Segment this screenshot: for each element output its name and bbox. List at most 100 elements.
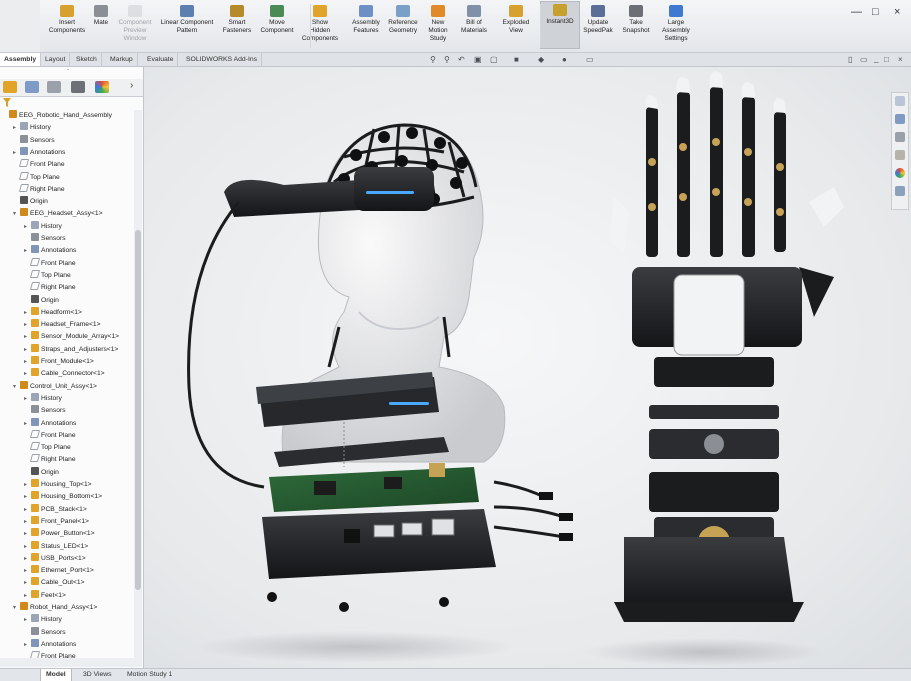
exploded-button[interactable]: Exploded View <box>496 3 536 35</box>
tree-expander[interactable]: ▾ <box>13 381 20 393</box>
tree-item[interactable]: ▸ Annotations <box>13 146 65 159</box>
tree-item[interactable]: ▾ Robot_Hand_Assy<1> <box>13 602 97 614</box>
tab-motion-study-1[interactable]: Motion Study 1 <box>122 669 177 681</box>
property-manager-tab-icon[interactable] <box>25 81 39 93</box>
view-orientation-icon[interactable]: ▢ <box>490 55 498 64</box>
tree-expander[interactable]: ▸ <box>24 528 31 540</box>
doc-close-icon[interactable]: × <box>898 55 903 64</box>
insert-button[interactable]: Insert Components <box>46 3 88 35</box>
speedpak-button[interactable]: Update SpeedPak <box>581 3 615 35</box>
tree-expander[interactable]: ▸ <box>24 479 31 491</box>
tab-markup[interactable]: Markup <box>106 53 138 66</box>
tree-expander[interactable]: ▸ <box>13 147 20 159</box>
tree-item[interactable]: Sensors <box>24 626 66 639</box>
tree-expander[interactable]: ▸ <box>24 245 31 257</box>
filter-icon[interactable] <box>3 98 11 107</box>
tab-sketch[interactable]: Sketch <box>72 53 102 66</box>
tree-item[interactable]: EEG_Robotic_Hand_Assembly <box>2 110 112 122</box>
tree-item[interactable]: Top Plane <box>13 171 60 184</box>
tree-item[interactable]: ▸ Headform<1> <box>24 306 82 319</box>
tree-item[interactable]: ▾ Control_Unit_Assy<1> <box>13 380 97 393</box>
tile-icon[interactable]: ▯ <box>848 55 852 64</box>
tree-expander[interactable]: ▸ <box>24 319 31 331</box>
appearances-icon[interactable] <box>895 168 905 178</box>
tree-item[interactable]: Front Plane <box>24 651 76 658</box>
tree-item[interactable]: ▸ History <box>13 122 51 134</box>
horizontal-scrollbar[interactable] <box>0 658 142 667</box>
maximize-icon[interactable]: □ <box>872 6 879 18</box>
tree-expander[interactable]: ▸ <box>24 541 31 553</box>
doc-minimize-icon[interactable]: _ <box>874 54 878 63</box>
tree-expander[interactable]: ▸ <box>24 344 31 356</box>
tab-model[interactable]: Model <box>40 669 72 681</box>
tab-3d-views[interactable]: 3D Views <box>78 669 117 681</box>
linear-button[interactable]: Linear Component Pattern <box>157 3 217 35</box>
tree-item[interactable]: ▸ Feet<1> <box>24 589 66 602</box>
refgeo-button[interactable]: Reference Geometry <box>384 3 422 35</box>
tree-item[interactable]: ▸ Front_Module<1> <box>24 356 94 368</box>
tree-item[interactable]: ▸ Front_Panel<1> <box>24 515 89 528</box>
show-button[interactable]: Show Hidden Components <box>300 3 340 43</box>
tree-item[interactable]: ▸ History <box>24 220 62 233</box>
tab-layout[interactable]: Layout <box>41 53 71 66</box>
tree-item[interactable]: ▸ Annotations <box>24 638 76 651</box>
configuration-manager-tab-icon[interactable] <box>47 81 61 93</box>
tree-item[interactable]: ▸ PCB_Stack<1> <box>24 503 87 516</box>
tab-evaluate[interactable]: Evaluate <box>143 53 179 66</box>
tree-expander[interactable]: ▸ <box>24 553 31 565</box>
view-palette-icon[interactable] <box>895 150 905 160</box>
tree-item[interactable]: ▸ Ethernet_Port<1> <box>24 565 94 577</box>
smart-button[interactable]: Smart Fasteners <box>220 3 254 35</box>
appearance-icon[interactable]: ● <box>562 55 567 64</box>
scrollbar-thumb[interactable] <box>135 230 141 590</box>
tree-expander[interactable]: ▾ <box>13 208 20 220</box>
display-manager-tab-icon[interactable] <box>95 81 109 93</box>
tree-item[interactable]: Right Plane <box>24 454 76 466</box>
tree-item[interactable]: ▾ EEG_Headset_Assy<1> <box>13 208 103 220</box>
tree-expander[interactable]: ▸ <box>24 590 31 602</box>
motion-button[interactable]: New Motion Study <box>424 3 452 43</box>
design-library-icon[interactable] <box>895 114 905 124</box>
tree-expander[interactable]: ▸ <box>24 491 31 503</box>
zoom-to-fit-icon[interactable]: ⚲ <box>430 55 436 64</box>
tree-expander[interactable]: ▸ <box>24 504 31 516</box>
tree-item[interactable]: Sensors <box>24 233 66 245</box>
tree-expander[interactable]: ▸ <box>24 639 31 651</box>
tree-item[interactable]: Sensors <box>24 405 66 417</box>
tree-item[interactable]: ▸ History <box>24 392 62 405</box>
tree-item[interactable]: ▸ Housing_Bottom<1> <box>24 491 102 503</box>
tree-expander[interactable]: ▸ <box>24 577 31 589</box>
asmfeat-button[interactable]: Assembly Features <box>348 3 384 35</box>
snapshot-button[interactable]: Take Snapshot <box>620 3 652 35</box>
resources-icon[interactable] <box>895 96 905 106</box>
tree-item[interactable]: Right Plane <box>24 282 76 294</box>
mate-button[interactable]: Mate <box>90 3 112 27</box>
tree-item[interactable]: ▸ Power_Button<1> <box>24 528 95 540</box>
tree-expander[interactable]: ▸ <box>24 331 31 343</box>
tree-item[interactable]: Origin <box>24 466 59 479</box>
tree-expander[interactable]: ▸ <box>24 614 31 626</box>
tree-expander[interactable]: ▸ <box>24 393 31 405</box>
custom-properties-icon[interactable] <box>895 186 905 196</box>
tree-item[interactable]: Front Plane <box>13 159 65 171</box>
tree-item[interactable]: Right Plane <box>13 183 65 196</box>
tree-item[interactable]: Origin <box>13 196 48 208</box>
tree-item[interactable]: ▸ Annotations <box>24 417 76 430</box>
tree-item[interactable]: Sensors <box>13 134 55 147</box>
tree-item[interactable]: Origin <box>24 294 59 307</box>
tree-item[interactable]: ▸ Straps_and_Adjusters<1> <box>24 343 118 356</box>
tree-item[interactable]: ▸ Headset_Frame<1> <box>24 319 100 331</box>
tree-item[interactable]: ▸ Sensor_Module_Array<1> <box>24 331 119 343</box>
instant3d-button[interactable]: Instant3D <box>540 1 580 49</box>
tree-expander[interactable]: ▸ <box>24 356 31 368</box>
tree-item[interactable]: ▸ Cable_Out<1> <box>24 577 85 589</box>
hide-show-items-icon[interactable]: ◆ <box>538 55 544 64</box>
panel-collapse-handle[interactable]: ˆ <box>62 70 74 76</box>
tab-solidworks-add-ins[interactable]: SOLIDWORKS Add-Ins <box>182 53 263 66</box>
tree-expander[interactable]: ▸ <box>24 565 31 577</box>
large-button[interactable]: Large Assembly Settings <box>656 3 696 43</box>
feature-manager-tab-icon[interactable] <box>3 81 17 93</box>
tree-expander[interactable]: ▸ <box>24 307 31 319</box>
tree-item[interactable]: ▸ Cable_Connector<1> <box>24 368 105 380</box>
tree-expander[interactable]: ▸ <box>24 516 31 528</box>
